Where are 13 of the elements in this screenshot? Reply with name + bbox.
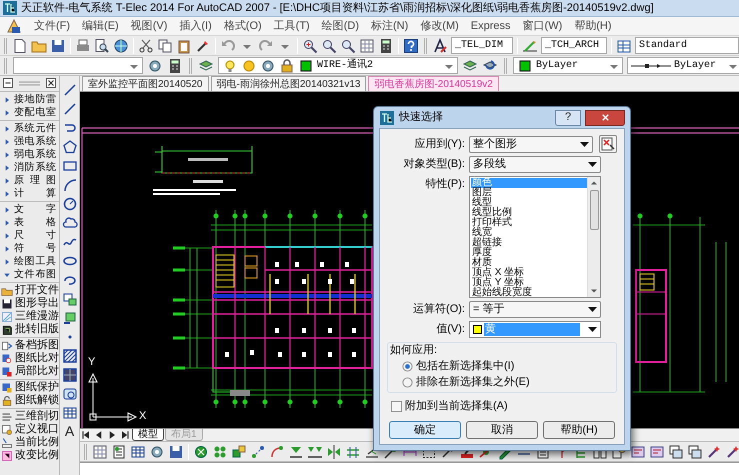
field-label: 值(V): xyxy=(435,322,466,337)
window-title: 天正软件-电气系统 T-Elec 2014 For AutoCAD 2007 - [E:\DHC项目资料\江苏省\雨润招标\深化图纸\弱电香蕉房图-20140519v2.dwg] xyxy=(21,2,654,14)
field-label: 运算符(O): xyxy=(412,302,466,317)
axis-label: X xyxy=(139,411,146,422)
axis-label: Y xyxy=(88,357,96,368)
field-label: 对象类型(B): xyxy=(402,157,466,172)
dialog-title: 快速选择 xyxy=(399,112,443,123)
radio-label: 排除在新选择集之外(E) xyxy=(416,375,530,389)
field-label: 特性(P): xyxy=(424,177,466,192)
checkbox-label: 附加到当前选择集(A) xyxy=(405,399,508,413)
group-label: 如何应用: xyxy=(390,343,438,357)
radio-label: 包括在新选择集中(I) xyxy=(416,359,514,373)
field-label: 应用到(Y): xyxy=(413,136,466,152)
